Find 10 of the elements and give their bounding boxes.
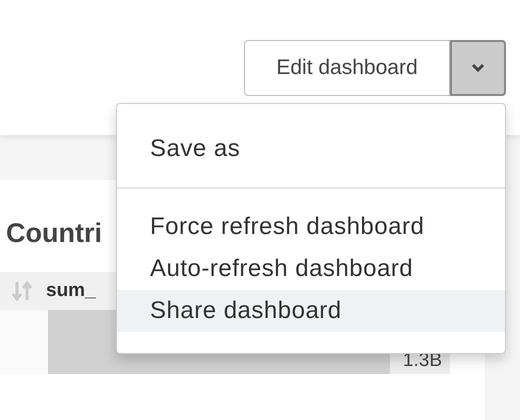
menu-item[interactable]: Share dashboard (117, 290, 505, 332)
menu-item[interactable]: Auto-refresh dashboard (117, 248, 505, 290)
column-header[interactable]: sum_ (46, 280, 96, 302)
sort-icon[interactable] (12, 280, 34, 302)
dropdown-button[interactable] (450, 40, 506, 96)
edit-dashboard-button[interactable]: Edit dashboard (244, 40, 450, 96)
menu-item[interactable]: Save as (117, 128, 505, 170)
caret-icon (471, 63, 485, 73)
chart-title: Countri (6, 218, 102, 248)
menu-item[interactable]: Force refresh dashboard (117, 206, 505, 248)
